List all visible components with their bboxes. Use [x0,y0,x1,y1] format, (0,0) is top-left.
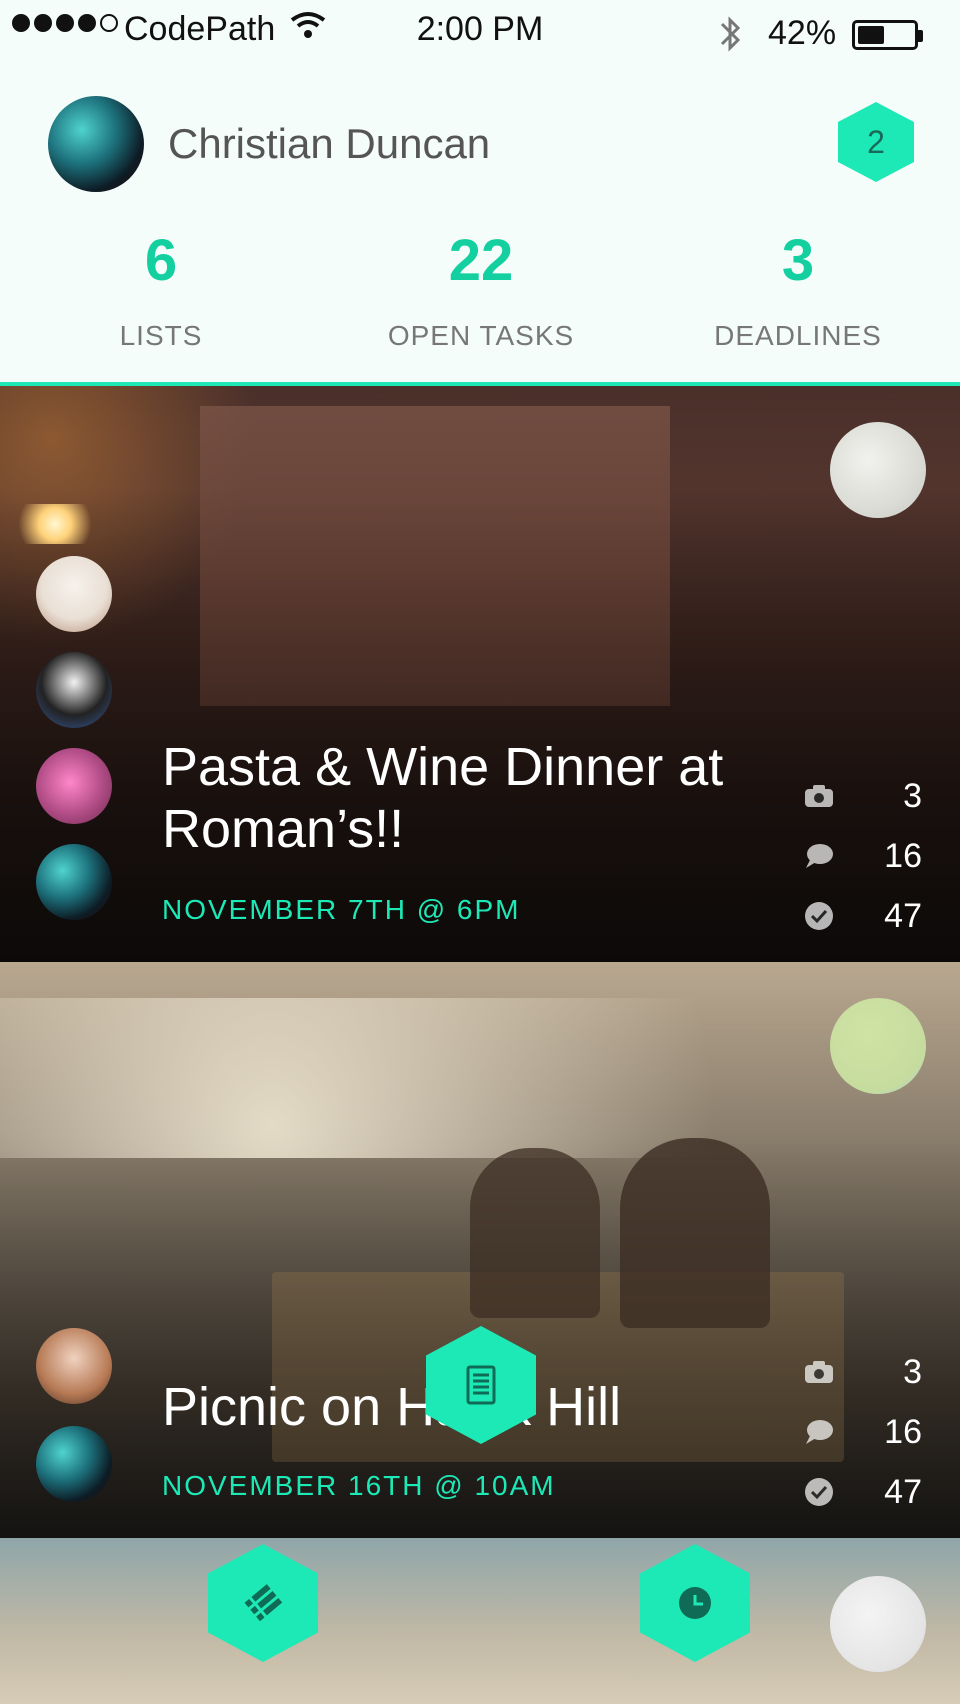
stat-deadlines[interactable]: 3 DEADLINES [648,232,948,352]
card-stats: 3 16 47 [802,766,922,946]
card-photo-background [200,406,670,706]
completed-count-row: 47 [802,886,922,946]
stat-label: LISTS [119,320,203,351]
comment-count-row: 16 [802,826,922,886]
card-photo-background [0,998,960,1158]
clock-icon [679,1587,711,1619]
card-photo-background [620,1138,770,1328]
comment-count: 16 [884,1412,922,1451]
stat-value: 22 [448,228,514,293]
card-photo-background [14,504,96,544]
card-stats: 3 16 47 [802,1342,922,1522]
event-card[interactable]: Picnic on Hawk Hill NOVEMBER 16TH @ 10AM… [0,962,960,1538]
member-avatar[interactable] [36,844,112,920]
event-card[interactable]: Pasta & Wine Dinner at Roman’s!! NOVEMBE… [0,386,960,962]
stat-lists[interactable]: 6 LISTS [11,232,311,352]
notification-count: 2 [867,123,885,160]
photo-count-row: 3 [802,1342,922,1402]
member-avatar[interactable] [36,1328,112,1404]
map-thumbnail[interactable] [830,998,926,1094]
checkmark-icon [802,899,836,933]
stat-label: OPEN TASKS [387,320,575,351]
comment-count-row: 16 [802,1402,922,1462]
comment-icon [802,1415,836,1449]
completed-count: 47 [884,1472,922,1511]
member-avatar[interactable] [36,556,112,632]
stat-value: 3 [781,228,815,293]
member-avatar[interactable] [36,748,112,824]
comment-count: 16 [884,836,922,875]
camera-icon [802,1355,836,1389]
stat-open-tasks[interactable]: 22 OPEN TASKS [331,232,631,352]
photo-count: 3 [903,776,922,815]
battery-percent: 42% [768,14,837,52]
status-bar: CodePath 2:00 PM 42% [0,0,960,62]
map-thumbnail[interactable] [830,1576,926,1672]
member-avatar[interactable] [36,652,112,728]
document-icon [466,1365,496,1405]
comment-icon [802,839,836,873]
map-thumbnail[interactable] [830,422,926,518]
card-photo-background [470,1148,600,1318]
member-avatar[interactable] [36,1426,112,1502]
checkmark-icon [802,1475,836,1509]
photo-count-row: 3 [802,766,922,826]
completed-count-row: 47 [802,1462,922,1522]
bluetooth-icon [716,14,744,63]
stat-label: DEADLINES [714,320,882,351]
stat-value: 6 [144,228,178,293]
avatar[interactable] [48,96,144,192]
battery-icon [852,20,923,50]
list-icon [244,1584,283,1622]
card-date: NOVEMBER 7TH @ 6PM [162,894,521,925]
camera-icon [802,779,836,813]
notification-badge[interactable]: 2 [838,102,914,182]
completed-count: 47 [884,896,922,935]
photo-count: 3 [903,1352,922,1391]
card-title: Pasta & Wine Dinner at Roman’s!! [162,737,724,859]
card-date: NOVEMBER 16TH @ 10AM [162,1470,556,1501]
event-card[interactable] [0,1538,960,1704]
user-name: Christian Duncan [168,120,491,167]
profile-header: Christian Duncan 2 6 LISTS 22 OPEN TASKS… [0,62,960,386]
